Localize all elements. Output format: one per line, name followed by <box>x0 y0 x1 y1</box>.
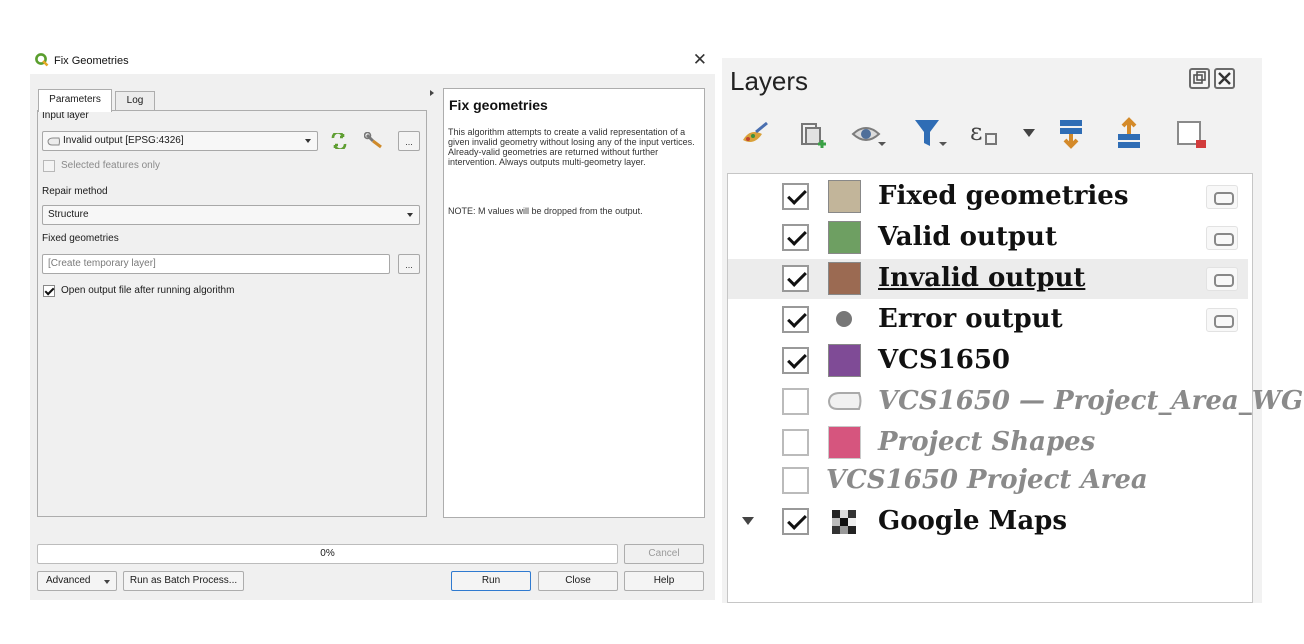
layer-name: Invalid output <box>878 263 1086 293</box>
layer-row-project-shapes[interactable]: Project Shapes <box>728 423 1248 463</box>
remove-layer-icon[interactable] <box>1174 118 1208 152</box>
layer-row-error-output[interactable]: Error output <box>728 300 1248 340</box>
help-title: Fix geometries <box>449 97 548 113</box>
close-panel-icon[interactable] <box>1214 68 1235 89</box>
layer-indicator-icon[interactable] <box>1206 185 1238 209</box>
dropdown-arrow-icon[interactable] <box>1022 128 1036 138</box>
dialog-title: Fix Geometries <box>54 55 129 67</box>
layer-name: Project Shapes <box>878 427 1096 457</box>
run-batch-button[interactable]: Run as Batch Process... <box>123 571 244 591</box>
polygon-layer-icon <box>47 137 60 146</box>
point-symbol-icon <box>836 311 852 327</box>
output-destination-field[interactable]: [Create temporary layer] <box>42 254 390 274</box>
repair-method-label: Repair method <box>42 186 108 197</box>
expand-all-icon[interactable] <box>1056 118 1088 150</box>
polygon-symbol-icon <box>828 262 861 295</box>
layer-name: VCS1650 <box>878 345 1011 375</box>
layer-row-vcs1650-project-area[interactable]: VCS1650 Project Area <box>728 462 1248 502</box>
help-description: This algorithm attempts to create a vali… <box>448 127 695 167</box>
output-browse-button[interactable]: ... <box>398 254 420 274</box>
layer-row-google-maps[interactable]: Google Maps <box>728 502 1248 542</box>
fixed-geometries-label: Fixed geometries <box>42 233 119 244</box>
repair-method-select[interactable]: Structure <box>42 205 420 225</box>
repair-method-value: Structure <box>48 209 89 220</box>
layer-visibility-checkbox[interactable] <box>782 265 809 292</box>
input-layer-options-button[interactable]: ... <box>398 131 420 151</box>
chevron-down-icon <box>305 139 311 143</box>
wrench-icon[interactable] <box>364 132 384 150</box>
layer-name: Google Maps <box>878 506 1067 536</box>
layer-name: Valid output <box>878 222 1057 252</box>
polygon-layer-icon <box>827 392 862 410</box>
selected-features-label: Selected features only <box>61 160 160 171</box>
tab-log[interactable]: Log <box>115 91 155 111</box>
layers-panel-title: Layers <box>730 66 809 96</box>
progress-bar: 0% <box>37 544 618 564</box>
layer-indicator-icon[interactable] <box>1206 308 1238 332</box>
chevron-down-icon <box>104 580 110 584</box>
parameters-panel: Input layer Invalid output [EPSG:4326] .… <box>37 110 427 517</box>
polygon-symbol-icon <box>828 426 861 459</box>
run-button[interactable]: Run <box>451 571 531 591</box>
layer-name: Error output <box>878 304 1063 334</box>
help-panel: Fix geometries This algorithm attempts t… <box>443 88 705 518</box>
layer-row-fixed-geometries[interactable]: Fixed geometries <box>728 177 1248 217</box>
input-layer-combo[interactable]: Invalid output [EPSG:4326] <box>42 131 318 151</box>
layer-visibility-checkbox[interactable] <box>782 224 809 251</box>
layer-row-vcs1650[interactable]: VCS1650 <box>728 341 1248 381</box>
tab-parameters[interactable]: Parameters <box>38 89 112 112</box>
layer-visibility-checkbox[interactable] <box>782 388 809 415</box>
dialog-titlebar: Fix Geometries ✕ <box>30 48 715 74</box>
layer-row-project-area-wgs[interactable]: VCS1650 — Project_Area_WG <box>728 382 1303 422</box>
svg-text:ε: ε <box>970 118 982 146</box>
float-panel-icon[interactable] <box>1189 68 1210 89</box>
chevron-down-icon <box>407 213 413 217</box>
polygon-symbol-icon <box>828 180 861 213</box>
expand-arrow-icon[interactable] <box>742 517 754 525</box>
collapse-all-icon[interactable] <box>1114 116 1146 150</box>
iterate-icon[interactable] <box>330 133 348 149</box>
polygon-symbol-icon <box>828 221 861 254</box>
open-output-checkbox[interactable] <box>43 285 55 297</box>
cancel-button[interactable]: Cancel <box>624 544 704 564</box>
close-icon[interactable]: ✕ <box>693 50 707 70</box>
qgis-logo-icon <box>35 53 49 67</box>
layer-row-invalid-output[interactable]: Invalid output <box>728 259 1248 299</box>
layer-visibility-checkbox[interactable] <box>782 183 809 210</box>
open-output-label: Open output file after running algorithm <box>61 285 235 296</box>
layer-visibility-checkbox[interactable] <box>782 306 809 333</box>
layer-visibility-checkbox[interactable] <box>782 347 809 374</box>
layer-indicator-icon[interactable] <box>1206 226 1238 250</box>
collapse-help-arrow-icon[interactable] <box>430 90 434 96</box>
layer-visibility-checkbox[interactable] <box>782 429 809 456</box>
close-button[interactable]: Close <box>538 571 618 591</box>
help-button[interactable]: Help <box>624 571 704 591</box>
expression-filter-icon[interactable]: ε <box>968 116 1008 152</box>
layer-name: VCS1650 Project Area <box>826 465 1148 495</box>
raster-layer-icon <box>832 510 856 534</box>
layer-row-valid-output[interactable]: Valid output <box>728 218 1248 258</box>
visibility-eye-icon[interactable] <box>850 120 886 150</box>
layer-name: VCS1650 — Project_Area_WG <box>878 386 1304 416</box>
layers-panel: Layers ε Fixed geometries Valid output I… <box>722 58 1303 603</box>
layer-name: Fixed geometries <box>878 181 1129 211</box>
add-group-icon[interactable] <box>796 118 830 152</box>
layer-tree: Fixed geometries Valid output Invalid ou… <box>727 173 1303 603</box>
fix-geometries-dialog: Fix Geometries ✕ Parameters Log Input la… <box>30 48 715 600</box>
help-note: NOTE: M values will be dropped from the … <box>448 206 643 216</box>
layer-visibility-checkbox[interactable] <box>782 508 809 535</box>
layer-visibility-checkbox[interactable] <box>782 467 809 494</box>
style-paint-icon[interactable] <box>740 120 770 150</box>
polygon-symbol-icon <box>828 344 861 377</box>
layer-indicator-icon[interactable] <box>1206 267 1238 291</box>
advanced-button-label: Advanced <box>46 575 91 586</box>
advanced-button[interactable]: Advanced <box>37 571 117 591</box>
selected-features-checkbox[interactable] <box>43 160 55 172</box>
filter-legend-icon[interactable] <box>912 116 948 152</box>
input-layer-value: Invalid output [EPSG:4326] <box>63 135 184 146</box>
